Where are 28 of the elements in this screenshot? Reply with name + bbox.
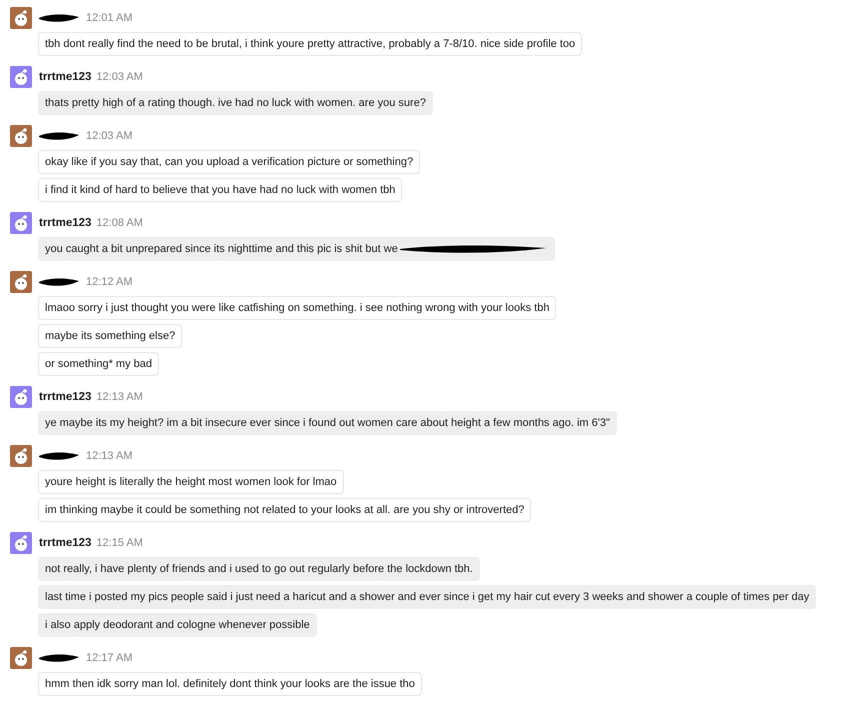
message-text: maybe its something else? (45, 330, 176, 342)
message-time: 12:13 AM (86, 450, 132, 462)
message-time: 12:03 AM (86, 130, 132, 142)
author-name[interactable]: trrtme123 (39, 537, 92, 549)
message-text: thats pretty high of a rating though. ive had no luck with women. are you sure? (45, 97, 426, 109)
message-text: im thinking maybe it could be something not related to your looks at all. are you shy or introverted? (45, 504, 524, 516)
author-name[interactable]: trrtme123 (39, 71, 92, 83)
message-text: or something* my bad (45, 358, 152, 370)
message-text: ye maybe its my height? im a bit insecure ever since i found out women care about height a few months ago. im 6'3" (45, 417, 610, 429)
author-name[interactable]: trrtme123 (39, 217, 92, 229)
message-time: 12:01 AM (86, 12, 132, 24)
message-text: youre height is literally the height most women look for lmao (45, 476, 337, 488)
message-text: okay like if you say that, can you upload a verification picture or something? (45, 156, 414, 168)
message-time: 12:03 AM (96, 71, 143, 83)
message-text: not really, i have plenty of friends and i used to go out regularly before the lockdown tbh. (45, 563, 473, 575)
message-time: 12:08 AM (96, 217, 143, 229)
message-text: hmm then idk sorry man lol. definitely dont think your looks are the issue tho (45, 678, 415, 690)
author-name[interactable]: trrtme123 (39, 391, 92, 403)
message-time: 12:12 AM (86, 276, 132, 288)
message-text: last time i posted my pics people said i just need a haricut and a shower and ever since i get my hair cut every 3 weeks and shower a couple of times per day (45, 591, 810, 603)
message-text: lmaoo sorry i just thought you were like catfishing on something. i see nothing wrong with your looks tbh (45, 302, 550, 314)
message-time: 12:13 AM (96, 391, 143, 403)
message-text: i also apply deodorant and cologne whenever possible (45, 619, 310, 631)
message-time: 12:17 AM (86, 652, 132, 664)
message-text: tbh dont really find the need to be brutal, i think youre pretty attractive, probably a 7-8/10. nice side profile too (45, 38, 576, 50)
message-text: you caught a bit unprepared since its nighttime and this pic is shit but we (45, 243, 398, 255)
message-time: 12:15 AM (96, 537, 143, 549)
message-text: i find it kind of hard to believe that you have had no luck with women tbh (45, 184, 396, 196)
